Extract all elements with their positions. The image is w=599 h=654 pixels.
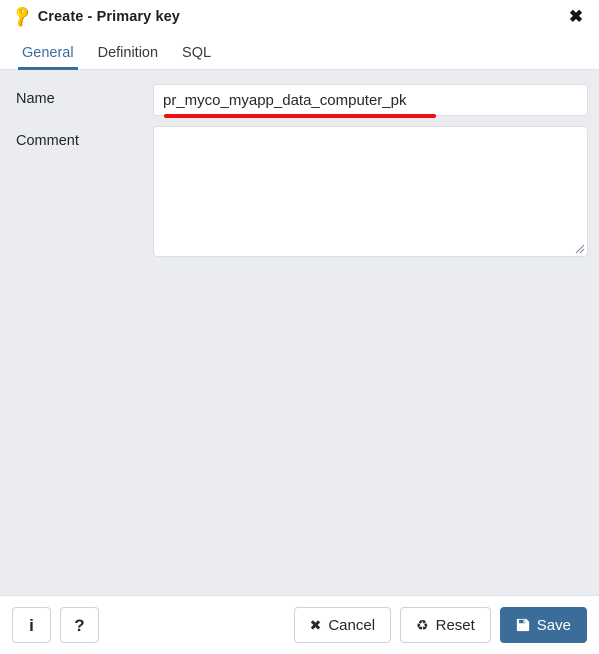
close-icon[interactable]: ✖ [566, 7, 586, 27]
comment-field-wrap [153, 126, 588, 257]
red-underline-annotation [164, 114, 436, 118]
tab-sql[interactable]: SQL [170, 45, 223, 70]
name-label: Name [16, 91, 55, 107]
help-button[interactable]: ? [60, 607, 99, 643]
comment-field-row: Comment [11, 126, 588, 257]
close-x-icon: ✖ [309, 617, 322, 633]
dialog-footer: i ? ✖ Cancel ♻ Reset Save [0, 595, 599, 654]
general-tab-panel: Name Comment [0, 70, 599, 595]
save-button-label: Save [536, 616, 571, 634]
reset-button-label: Reset [435, 616, 475, 634]
recycle-icon: ♻ [416, 617, 429, 633]
cancel-button[interactable]: ✖ Cancel [293, 607, 392, 643]
create-primary-key-dialog: 🔑 Create - Primary key ✖ General Definit… [0, 0, 599, 654]
footer-right-buttons: ✖ Cancel ♻ Reset Save [293, 607, 587, 643]
comment-label: Comment [16, 133, 79, 149]
name-field-row: Name [11, 84, 588, 118]
comment-textarea[interactable] [153, 126, 588, 257]
floppy-disk-icon [516, 618, 530, 632]
dialog-titlebar: 🔑 Create - Primary key ✖ [0, 0, 599, 33]
tab-general[interactable]: General [10, 45, 86, 70]
cancel-button-label: Cancel [328, 616, 376, 634]
tab-definition[interactable]: Definition [86, 45, 170, 70]
info-button[interactable]: i [12, 607, 51, 643]
dialog-title: Create - Primary key [37, 8, 180, 25]
key-icon: 🔑 [9, 4, 35, 29]
tab-bar: General Definition SQL [0, 33, 599, 70]
name-field-wrap [153, 84, 588, 118]
footer-left-buttons: i ? [12, 607, 99, 643]
name-input[interactable] [153, 84, 588, 116]
save-button[interactable]: Save [499, 607, 587, 643]
reset-button[interactable]: ♻ Reset [400, 607, 491, 643]
